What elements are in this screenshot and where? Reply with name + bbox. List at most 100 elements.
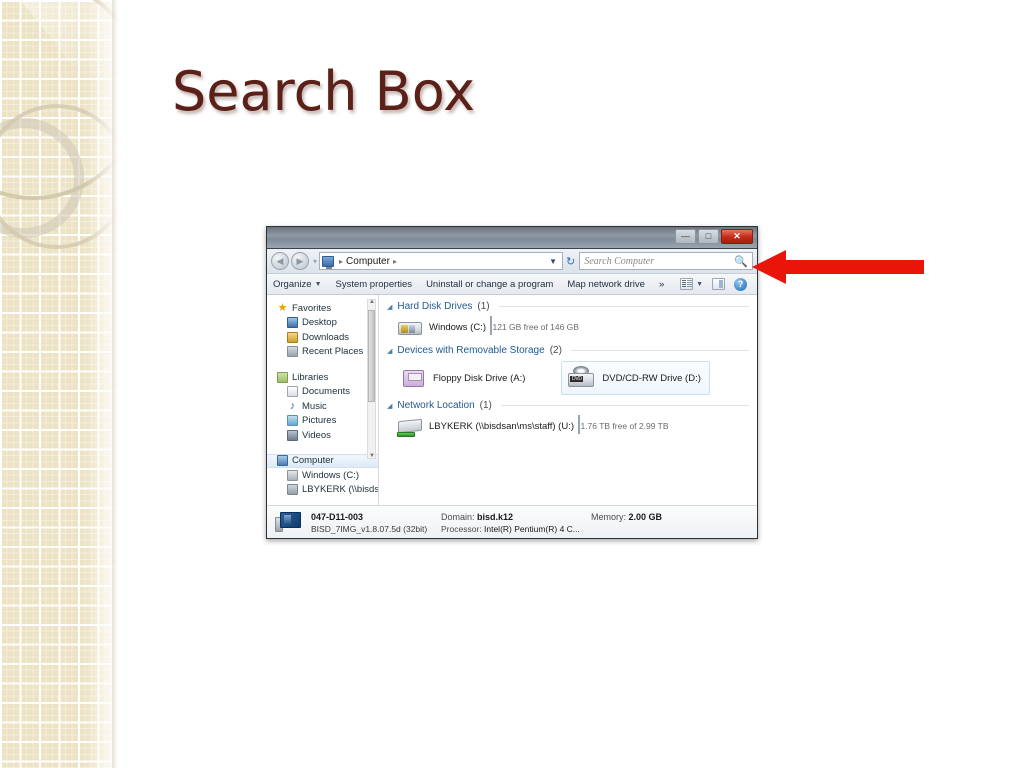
sidebar-item-windows-c[interactable]: Windows (C:) xyxy=(267,468,378,483)
sidebar-item-label: Documents xyxy=(302,386,351,398)
sidebar-item-libraries[interactable]: Libraries xyxy=(267,370,378,385)
navigation-pane-scrollbar[interactable]: ▲ ▼ xyxy=(367,299,376,459)
toolbar-uninstall-program[interactable]: Uninstall or change a program xyxy=(426,279,553,290)
group-title: Network Location xyxy=(397,400,475,411)
group-divider xyxy=(570,350,749,351)
toolbar-system-properties[interactable]: System properties xyxy=(336,279,413,290)
forward-button[interactable]: ▶ xyxy=(291,252,309,270)
maximize-button[interactable]: □ xyxy=(698,229,719,244)
scroll-down-icon[interactable]: ▼ xyxy=(369,453,375,459)
breadcrumb-computer[interactable]: Computer xyxy=(346,256,390,267)
scroll-up-icon[interactable]: ▲ xyxy=(369,299,375,305)
sidebar-item-lbykerk[interactable]: LBYKERK (\\bisds ▾ xyxy=(267,483,378,498)
group-count: (1) xyxy=(479,400,492,411)
computer-name: 047-D11-003 xyxy=(311,511,364,522)
help-icon[interactable]: ? xyxy=(734,277,747,291)
group-header-network-location[interactable]: ◢ Network Location (1) xyxy=(387,400,749,411)
sidebar-item-computer[interactable]: Computer xyxy=(267,453,378,468)
window-controls: — □ ✕ xyxy=(675,229,753,244)
decoration-edge-shadow xyxy=(112,0,118,768)
scrollbar-thumb[interactable] xyxy=(368,310,375,402)
sidebar-item-label: Videos xyxy=(302,429,331,441)
music-icon: ♪ xyxy=(289,399,296,412)
removable-devices-row: Floppy Disk Drive (A:) DVD DVD/CD-RW Dri… xyxy=(387,359,749,400)
refresh-icon[interactable]: ↻ xyxy=(566,255,575,268)
sidebar-item-favorites[interactable]: ★ Favorites xyxy=(267,301,378,316)
status-line-primary: 047-D11-003 Domain: bisd.k12 Memory: 2.0… xyxy=(311,512,749,522)
documents-icon xyxy=(287,386,298,398)
memory-label: Memory: xyxy=(591,511,627,522)
close-button[interactable]: ✕ xyxy=(721,229,753,244)
group-title: Devices with Removable Storage xyxy=(397,345,545,356)
domain-label: Domain: xyxy=(441,511,475,522)
group-title: Hard Disk Drives xyxy=(397,301,473,312)
network-drive-icon xyxy=(397,416,423,438)
sidebar-item-music[interactable]: ♪ Music xyxy=(267,399,378,414)
videos-icon xyxy=(287,429,298,441)
image-version: BISD_7IMG_v1.8.07.5d (32bit) xyxy=(311,523,428,534)
search-input[interactable]: Search Computer xyxy=(584,256,654,267)
drive-item-dvd-d[interactable]: DVD DVD/CD-RW Drive (D:) xyxy=(561,361,710,395)
dvd-drive-icon: DVD xyxy=(566,366,596,390)
chevron-down-icon[interactable]: ▼ xyxy=(549,257,560,266)
minimize-icon: — xyxy=(681,231,690,241)
explorer-window: — □ ✕ ◀ ▶ ▾ ▸ Computer ▸ ▼ ↻ Search Comp… xyxy=(266,226,758,539)
hard-drive-icon xyxy=(287,469,298,481)
sidebar-item-label: Music xyxy=(302,400,327,412)
back-button[interactable]: ◀ xyxy=(271,252,289,270)
sidebar-item-label: LBYKERK (\\bisds xyxy=(302,484,379,496)
maximize-icon: □ xyxy=(705,231,712,241)
drive-item-floppy-a[interactable]: Floppy Disk Drive (A:) xyxy=(397,363,533,393)
window-title-bar[interactable]: — □ ✕ xyxy=(267,227,757,249)
group-header-removable-storage[interactable]: ◢ Devices with Removable Storage (2) xyxy=(387,345,749,356)
collapse-caret-icon[interactable]: ◢ xyxy=(387,303,392,311)
memory-field: Memory: 2.00 GB xyxy=(591,512,662,522)
toolbar-map-network-drive[interactable]: Map network drive xyxy=(567,279,645,290)
sidebar-item-label: Computer xyxy=(292,455,334,467)
memory-value: 2.00 GB xyxy=(628,511,663,522)
sidebar-item-desktop[interactable]: Desktop xyxy=(267,316,378,331)
sidebar-item-label: Downloads xyxy=(302,331,349,343)
sidebar-item-documents[interactable]: Documents xyxy=(267,385,378,400)
sidebar-item-pictures[interactable]: Pictures xyxy=(267,414,378,429)
group-divider xyxy=(500,405,749,406)
search-icon: 🔍 xyxy=(734,255,748,268)
drive-item-windows-c[interactable]: Windows (C:) 121 GB free of 146 GB xyxy=(387,315,749,345)
change-view-button[interactable]: ▼ xyxy=(680,278,703,290)
sidebar-item-videos[interactable]: Videos xyxy=(267,428,378,443)
search-box[interactable]: Search Computer 🔍 xyxy=(579,252,753,270)
sidebar-item-downloads[interactable]: Downloads xyxy=(267,330,378,345)
domain-value: bisd.k12 xyxy=(477,511,514,522)
capacity-text: 1.76 TB free of 2.99 TB xyxy=(580,421,669,431)
toolbar-overflow[interactable]: » xyxy=(659,279,664,290)
minimize-button[interactable]: — xyxy=(675,229,696,244)
nav-group-favorites: ★ Favorites Desktop Downloads Recent Pla… xyxy=(267,301,378,359)
drive-item-lbykerk-u[interactable]: LBYKERK (\\bisdsan\ms\staff) (U:) 1.76 T… xyxy=(387,414,749,444)
command-toolbar: Organize ▼ System properties Uninstall o… xyxy=(267,274,757,295)
preview-pane-icon[interactable] xyxy=(712,278,725,290)
sidebar-item-label: Libraries xyxy=(292,371,329,383)
toolbar-organize[interactable]: Organize ▼ xyxy=(273,279,322,290)
drive-label: Floppy Disk Drive (A:) xyxy=(433,372,526,384)
desktop-icon xyxy=(287,317,298,329)
collapse-caret-icon[interactable]: ◢ xyxy=(387,402,392,410)
drive-name: Windows (C:) xyxy=(429,322,487,333)
collapse-caret-icon[interactable]: ◢ xyxy=(387,347,392,355)
chevron-right-icon-2[interactable]: ▸ xyxy=(393,257,397,266)
drive-info: Windows (C:) 121 GB free of 146 GB xyxy=(429,316,749,335)
status-bar: 047-D11-003 Domain: bisd.k12 Memory: 2.0… xyxy=(267,505,757,538)
chevron-down-icon: ▼ xyxy=(314,280,322,288)
annotation-arrow-icon xyxy=(752,250,924,284)
drive-name: LBYKERK (\\bisdsan\ms\staff) (U:) xyxy=(429,421,575,432)
address-input[interactable]: ▸ Computer ▸ ▼ xyxy=(319,252,564,270)
sidebar-item-recent-places[interactable]: Recent Places xyxy=(267,345,378,360)
group-header-hard-disk-drives[interactable]: ◢ Hard Disk Drives (1) xyxy=(387,301,749,312)
sidebar-item-label: Windows (C:) xyxy=(302,469,360,481)
sidebar-item-label: Pictures xyxy=(302,415,337,427)
nav-history-dropdown[interactable]: ▾ xyxy=(313,257,317,266)
processor-label: Processor: xyxy=(441,523,482,534)
content-pane: ◢ Hard Disk Drives (1) Windows (C:) 121 … xyxy=(379,295,757,505)
window-main-area: ★ Favorites Desktop Downloads Recent Pla… xyxy=(267,295,757,505)
toolbar-map-network-drive-label: Map network drive xyxy=(567,278,645,290)
